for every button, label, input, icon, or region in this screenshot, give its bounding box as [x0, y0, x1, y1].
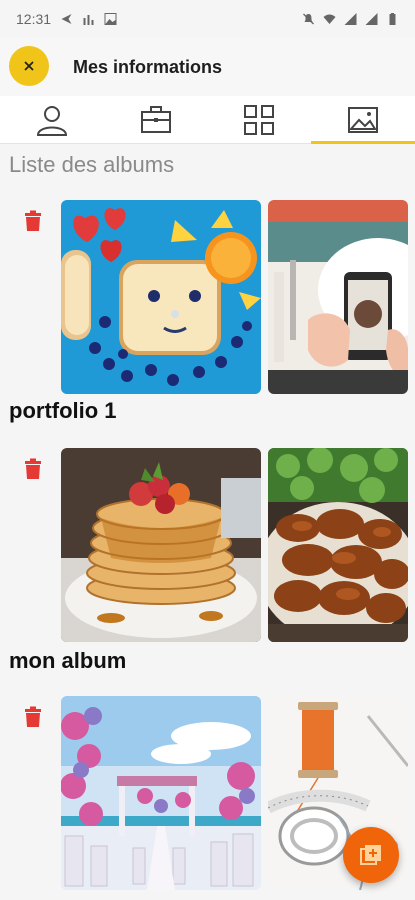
album-photo[interactable] — [268, 448, 408, 642]
tab-grid[interactable] — [208, 96, 312, 143]
tab-work[interactable] — [104, 96, 208, 143]
album-name: portfolio 1 — [9, 398, 117, 423]
image-icon — [348, 106, 379, 133]
trash-icon[interactable] — [24, 458, 42, 480]
add-album-button[interactable] — [343, 827, 399, 883]
close-button[interactable] — [9, 46, 49, 86]
briefcase-icon — [140, 105, 171, 133]
gallery-icon — [104, 13, 117, 25]
status-bar: 12:31 — [0, 0, 415, 38]
section-title: Liste des albums — [9, 152, 175, 177]
grid-icon — [244, 104, 275, 135]
signal-icon-2 — [365, 13, 378, 25]
send-icon — [61, 14, 72, 24]
tab-profile[interactable] — [0, 96, 104, 143]
bread-photo — [61, 200, 261, 394]
user-icon — [36, 105, 67, 136]
album-name: mon album — [9, 648, 127, 673]
chart-icon — [83, 15, 94, 25]
signal-icon — [344, 13, 357, 25]
tab-albums[interactable] — [311, 96, 415, 144]
album-photo[interactable] — [61, 448, 261, 642]
battery-icon — [389, 13, 396, 25]
status-time: 12:31 — [16, 11, 52, 27]
album-photo[interactable] — [61, 696, 261, 890]
trash-icon[interactable] — [24, 706, 42, 728]
pancakes-photo — [61, 448, 261, 642]
mute-icon — [303, 13, 314, 25]
dining-photo — [268, 200, 408, 394]
page-title: Mes informations — [73, 57, 223, 77]
album-photo[interactable] — [268, 200, 408, 394]
tab-bar — [0, 96, 415, 144]
trash-icon[interactable] — [24, 210, 42, 232]
wedding-decor-photo — [61, 696, 261, 890]
wifi-icon — [323, 14, 336, 24]
app-header: Mes informations — [0, 38, 415, 96]
album-photo[interactable] — [61, 200, 261, 394]
grilled-chicken-photo — [268, 448, 408, 642]
add-album-icon — [360, 845, 381, 865]
close-icon — [24, 61, 34, 71]
